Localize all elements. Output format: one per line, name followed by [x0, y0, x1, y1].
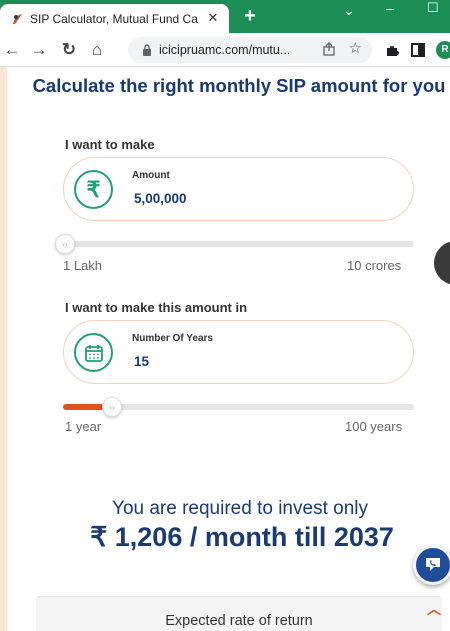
expected-return-title: Expected rate of return — [165, 613, 313, 629]
tab-search-chevron-icon[interactable]: ⌄ — [343, 2, 355, 19]
years-max-label: 100 years — [345, 419, 403, 434]
years-field-value[interactable]: 15 — [134, 354, 149, 369]
chat-phone-icon — [426, 558, 440, 571]
amount-field-label: Amount — [132, 170, 170, 181]
amount-min-label: 1 Lakh — [63, 258, 103, 273]
new-tab-button[interactable]: + — [240, 5, 260, 28]
url-text: icicipruamc.com/mutu... — [159, 43, 291, 57]
lock-icon — [143, 44, 151, 56]
chat-support-button[interactable] — [413, 545, 450, 585]
sip-calculator-page: Calculate the right monthly SIP amount f… — [0, 67, 450, 631]
maximize-icon[interactable]: ☐ — [427, 0, 439, 16]
side-widget-tab[interactable] — [434, 241, 450, 285]
tab-close-icon[interactable]: ✕ — [205, 10, 221, 26]
back-icon[interactable]: ← — [2, 40, 22, 60]
rupee-icon: ₹ — [74, 170, 113, 209]
reload-icon[interactable]: ↻ — [59, 40, 79, 60]
share-icon[interactable] — [322, 42, 336, 56]
omnibox[interactable]: icicipruamc.com/mutu... ☆ — [128, 37, 372, 63]
amount-max-label: 10 crores — [347, 258, 402, 273]
years-slider[interactable]: ‹› — [63, 397, 414, 417]
years-field-label: Number Of Years — [132, 333, 213, 344]
browser-tab-bar: SIP Calculator, Mutual Fund Calcu ✕ + ⌄ … — [0, 0, 450, 33]
amount-slider[interactable]: ‹› — [55, 234, 414, 254]
side-panel-icon[interactable] — [410, 42, 426, 58]
page-title: Calculate the right monthly SIP amount f… — [32, 75, 446, 96]
profile-avatar[interactable]: R — [436, 41, 450, 59]
amount-section-label: I want to make — [65, 137, 155, 152]
home-icon[interactable]: ⌂ — [87, 40, 107, 60]
years-slider-thumb[interactable]: ‹› — [102, 397, 122, 417]
years-input-card[interactable]: Number Of Years 15 — [63, 320, 414, 384]
result-intro-text: You are required to invest only — [112, 498, 368, 519]
tab-title: SIP Calculator, Mutual Fund Calcu — [30, 11, 198, 26]
calendar-icon — [74, 333, 113, 372]
favicon-icon — [13, 13, 22, 24]
browser-tab[interactable]: SIP Calculator, Mutual Fund Calcu ✕ — [0, 4, 229, 33]
forward-icon[interactable]: → — [29, 40, 49, 60]
bookmark-star-icon[interactable]: ☆ — [349, 39, 362, 57]
expected-return-card[interactable]: Expected rate of return — [36, 596, 442, 631]
address-bar-row: ← → ↻ ⌂ icicipruamc.com/mutu... ☆ R — [0, 33, 450, 67]
result-amount-text: ₹ 1,206 / month till 2037 — [90, 522, 394, 552]
years-min-label: 1 year — [65, 419, 102, 434]
minimize-icon[interactable]: – — [386, 0, 394, 16]
amount-input-card[interactable]: ₹ Amount 5,00,000 — [63, 157, 414, 221]
chevron-up-icon[interactable]: ︿ — [427, 599, 441, 619]
amount-slider-thumb[interactable]: ‹› — [55, 234, 75, 254]
extensions-puzzle-icon[interactable] — [384, 42, 400, 58]
left-decorative-strip — [0, 67, 7, 631]
amount-field-value[interactable]: 5,00,000 — [134, 191, 187, 206]
years-section-label: I want to make this amount in — [65, 300, 248, 315]
